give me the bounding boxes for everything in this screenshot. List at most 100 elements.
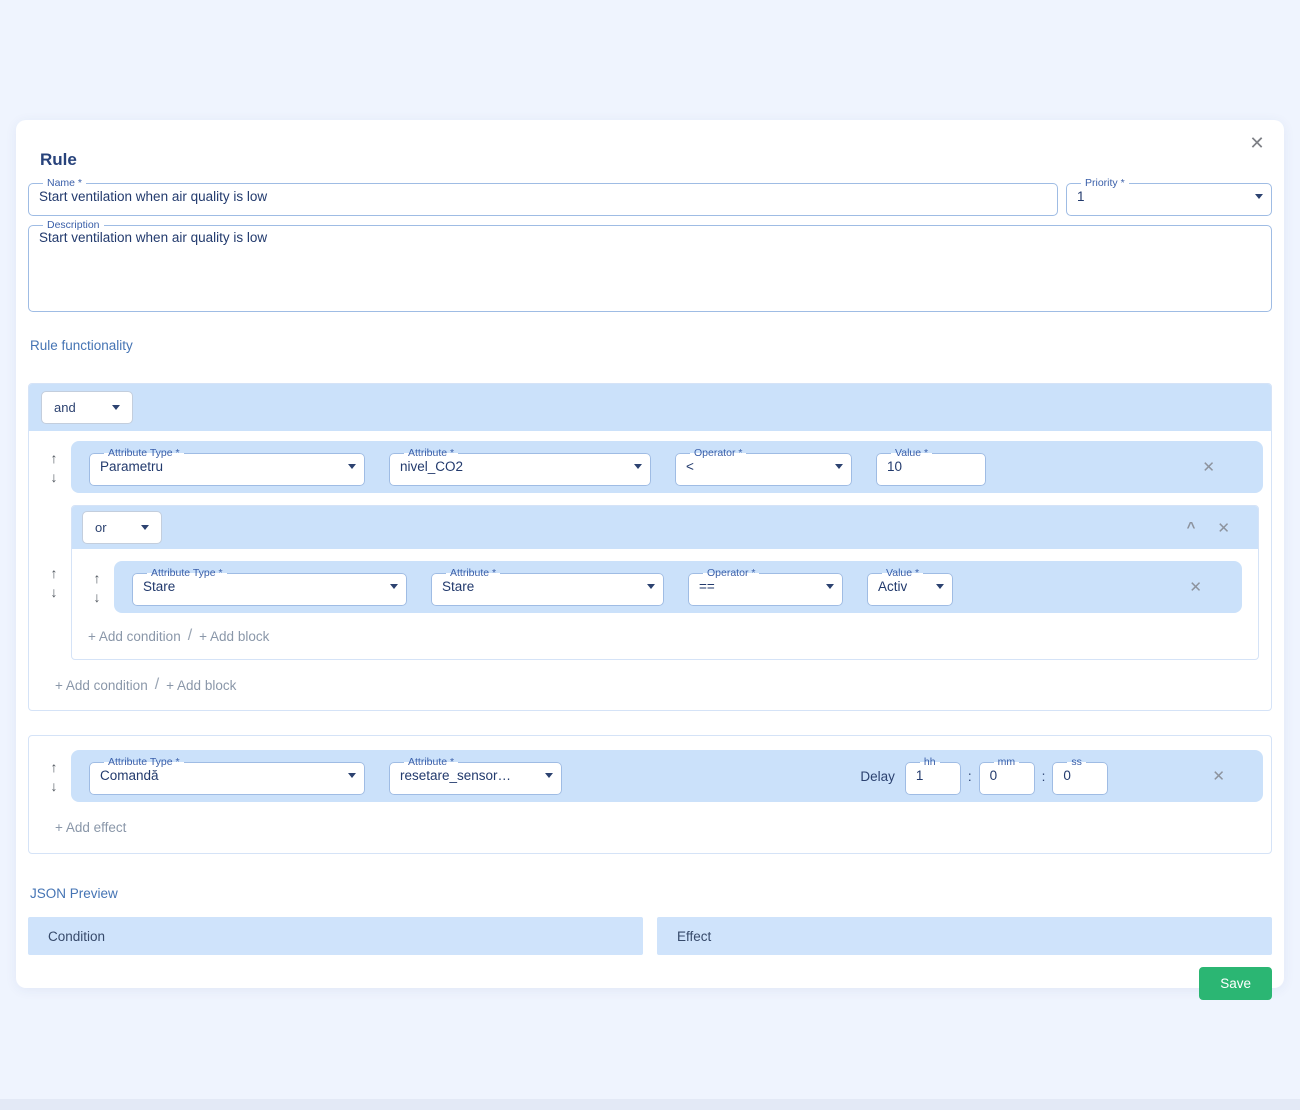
operator-field: Operator * < — [675, 448, 852, 486]
attribute-type-select[interactable]: Comandă — [100, 766, 356, 784]
operator-value: < — [686, 459, 694, 474]
close-icon[interactable]: ✕ — [1244, 130, 1270, 156]
priority-value: 1 — [1077, 189, 1085, 204]
value-field: Value * — [876, 448, 986, 486]
nested-logic-operator-select[interactable]: or — [82, 511, 162, 544]
value-select[interactable]: Activ — [878, 577, 944, 595]
attribute-select[interactable]: Stare — [442, 577, 655, 595]
nested-block-wrap: ↑ ↓ or ^ ✕ ↑ ↓ — [29, 493, 1271, 660]
chevron-down-icon — [936, 584, 944, 589]
effect-add-links: + Add effect — [29, 802, 1271, 853]
delay-separator: : — [1042, 769, 1046, 784]
attribute-type-label: Attribute Type * — [147, 568, 227, 578]
effect-row: Attribute Type * Comandă Attribute * res… — [71, 750, 1263, 802]
window-bottom-strip — [0, 1099, 1300, 1110]
delay-hh-input[interactable] — [916, 768, 952, 783]
add-condition-link[interactable]: + Add condition — [88, 629, 181, 644]
attribute-field: Attribute * resetare_sensor… — [389, 757, 562, 795]
priority-label: Priority * — [1081, 178, 1129, 188]
effect-row-wrap: ↑ ↓ Attribute Type * Comandă Attribute *… — [29, 740, 1271, 802]
chevron-down-icon — [390, 584, 398, 589]
json-preview-headers: Condition Effect — [28, 917, 1272, 955]
priority-field: Priority * 1 — [1066, 178, 1272, 216]
move-up-icon[interactable]: ↑ — [51, 451, 58, 465]
add-effect-link[interactable]: + Add effect — [55, 820, 126, 835]
name-priority-row: Name * Priority * 1 — [28, 178, 1272, 216]
delay-ss-field: ss — [1052, 757, 1108, 795]
rule-functionality-heading: Rule functionality — [30, 338, 1272, 353]
chevron-down-icon — [1255, 194, 1263, 199]
move-up-icon[interactable]: ↑ — [94, 571, 101, 585]
value-label: Value * — [891, 448, 932, 458]
move-arrows: ↑ ↓ — [80, 571, 114, 604]
move-down-icon[interactable]: ↓ — [51, 585, 58, 599]
value-label: Value * — [882, 568, 923, 578]
chevron-down-icon — [141, 525, 149, 530]
nested-add-links: + Add condition / + Add block — [72, 613, 1258, 659]
attribute-label: Attribute * — [404, 448, 458, 458]
operator-field: Operator * == — [688, 568, 843, 606]
condition-row: Attribute Type * Stare Attribute * Stare — [114, 561, 1242, 613]
attribute-type-value: Comandă — [100, 768, 159, 783]
name-field: Name * — [28, 178, 1058, 216]
move-down-icon[interactable]: ↓ — [51, 779, 58, 793]
effect-group: ↑ ↓ Attribute Type * Comandă Attribute *… — [28, 735, 1272, 854]
chevron-down-icon — [835, 464, 843, 469]
chevron-down-icon — [647, 584, 655, 589]
logic-operator-value: and — [54, 400, 76, 415]
attribute-value: Stare — [442, 579, 474, 594]
operator-select[interactable]: < — [686, 457, 843, 475]
description-input[interactable]: Start ventilation when air quality is lo… — [39, 230, 1263, 292]
delay-ss-input[interactable] — [1063, 768, 1099, 783]
attribute-field: Attribute * nivel_CO2 — [389, 448, 651, 486]
name-input[interactable] — [39, 189, 1049, 204]
attribute-select[interactable]: nivel_CO2 — [400, 457, 642, 475]
operator-label: Operator * — [703, 568, 759, 578]
save-button[interactable]: Save — [1199, 967, 1272, 1000]
nested-block-banner: or ^ ✕ — [72, 506, 1258, 549]
remove-block-icon[interactable]: ✕ — [1217, 519, 1230, 537]
value-value: Activ — [878, 579, 907, 594]
move-down-icon[interactable]: ↓ — [51, 470, 58, 484]
remove-condition-icon[interactable]: ✕ — [1202, 458, 1215, 476]
remove-effect-icon[interactable]: ✕ — [1212, 767, 1225, 785]
delay-controls: Delay hh : mm : — [860, 757, 1108, 795]
value-input[interactable] — [887, 459, 977, 474]
chevron-down-icon — [826, 584, 834, 589]
operator-select[interactable]: == — [699, 577, 834, 595]
condition-group-banner: and — [29, 384, 1271, 431]
remove-condition-icon[interactable]: ✕ — [1189, 578, 1202, 596]
chevron-down-icon — [348, 464, 356, 469]
attribute-type-select[interactable]: Stare — [143, 577, 398, 595]
add-condition-link[interactable]: + Add condition — [55, 678, 148, 693]
add-block-link[interactable]: + Add block — [199, 629, 269, 644]
chevron-down-icon — [112, 405, 120, 410]
operator-label: Operator * — [690, 448, 746, 458]
description-label: Description — [43, 220, 104, 230]
priority-select[interactable]: 1 — [1077, 187, 1263, 205]
delay-mm-input[interactable] — [990, 768, 1026, 783]
move-up-icon[interactable]: ↑ — [51, 566, 58, 580]
chevron-down-icon — [634, 464, 642, 469]
attribute-field: Attribute * Stare — [431, 568, 664, 606]
attribute-type-field: Attribute Type * Stare — [132, 568, 407, 606]
logic-operator-select[interactable]: and — [41, 391, 133, 424]
json-effect-header: Effect — [657, 917, 1272, 955]
condition-row-wrap: ↑ ↓ Attribute Type * Parametru Attribute… — [29, 431, 1271, 493]
move-arrows: ↑ ↓ — [37, 760, 71, 793]
operator-value: == — [699, 579, 715, 594]
attribute-type-field: Attribute Type * Comandă — [89, 757, 365, 795]
attribute-type-value: Stare — [143, 579, 175, 594]
attribute-select[interactable]: resetare_sensor… — [400, 766, 553, 784]
attribute-type-value: Parametru — [100, 459, 163, 474]
group-add-links: + Add condition / + Add block — [29, 660, 1271, 710]
move-up-icon[interactable]: ↑ — [51, 760, 58, 774]
nested-condition-block: or ^ ✕ ↑ ↓ Attribute Type * — [71, 505, 1259, 660]
add-block-link[interactable]: + Add block — [166, 678, 236, 693]
move-down-icon[interactable]: ↓ — [94, 590, 101, 604]
delay-hh-field: hh — [905, 757, 961, 795]
collapse-block-icon[interactable]: ^ — [1187, 522, 1196, 534]
delay-mm-field: mm — [979, 757, 1035, 795]
attribute-type-select[interactable]: Parametru — [100, 457, 356, 475]
attribute-value: resetare_sensor… — [400, 768, 511, 783]
